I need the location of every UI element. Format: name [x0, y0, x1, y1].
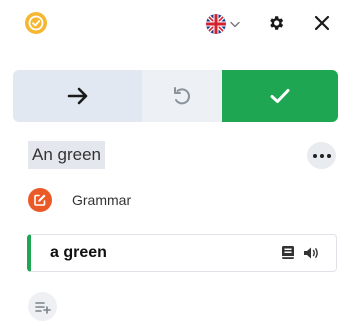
accept-suggestion-button[interactable] — [222, 70, 338, 122]
pencil-edit-icon — [28, 188, 52, 212]
more-horizontal-icon — [312, 153, 317, 158]
original-text: An green — [28, 141, 105, 169]
gear-icon[interactable] — [267, 14, 285, 32]
undo-button[interactable] — [142, 70, 222, 122]
suggestion-item[interactable]: a green — [27, 234, 337, 272]
add-rule-button[interactable] — [28, 292, 57, 321]
checkmark-icon — [270, 89, 290, 103]
language-selector[interactable] — [206, 13, 240, 35]
suggestion-text: a green — [50, 244, 107, 261]
top-bar — [0, 0, 351, 50]
speaker-icon[interactable] — [303, 246, 320, 260]
uk-flag-icon — [206, 14, 226, 34]
add-to-list-icon — [34, 301, 51, 314]
next-button[interactable] — [13, 70, 142, 122]
suggestion-tools — [281, 245, 320, 260]
close-icon[interactable] — [313, 14, 331, 32]
category-label: Grammar — [72, 192, 132, 208]
more-dot — [326, 153, 331, 158]
more-dot — [319, 153, 324, 158]
book-icon[interactable] — [281, 245, 295, 260]
action-bar — [13, 70, 338, 122]
arrow-right-icon — [67, 87, 87, 105]
check-circle-icon — [25, 12, 47, 34]
category-row: Grammar — [28, 188, 131, 212]
undo-icon — [174, 87, 190, 105]
chevron-down-icon — [230, 21, 240, 27]
more-options-button[interactable] — [307, 142, 336, 169]
